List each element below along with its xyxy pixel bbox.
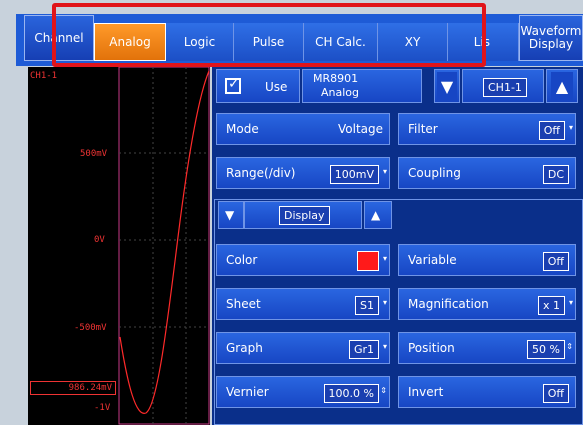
channel-label: CH1-1: [30, 71, 58, 81]
readout-value: 986.24mV: [68, 383, 112, 393]
channel-next-button[interactable]: ▲: [546, 69, 578, 103]
triangle-up-icon: ▲: [371, 208, 381, 222]
use-checkbox[interactable]: ✓: [225, 76, 241, 94]
settings-panel: ✓ Use MR8901 Analog ▼ CH1-1 ▲ Mode Volta…: [212, 67, 583, 425]
filter-row[interactable]: Filter Off ▾: [398, 113, 576, 145]
stepper-icon: ⇕: [380, 386, 387, 395]
display-expand-button[interactable]: ▲: [364, 201, 392, 229]
mode-row[interactable]: Mode Voltage: [216, 113, 390, 145]
chevron-down-icon: ▾: [382, 342, 387, 351]
magnification-row[interactable]: Magnification x 1 ▾: [398, 288, 576, 320]
channel-prev-button[interactable]: ▼: [434, 69, 460, 103]
sheet-row[interactable]: Sheet S1 ▾: [216, 288, 390, 320]
tick-0v: 0V: [94, 235, 105, 245]
color-swatch: [357, 251, 379, 271]
tick-500mv: 500mV: [80, 149, 108, 159]
chevron-down-icon: ▾: [568, 298, 573, 307]
tick-minus-500mv: -500mV: [74, 323, 107, 333]
display-select[interactable]: Display: [244, 201, 362, 229]
triangle-down-icon: ▼: [437, 72, 457, 100]
chevron-down-icon: ▾: [382, 298, 387, 307]
variable-row[interactable]: Variable Off: [398, 244, 576, 276]
tick-minus-1v: -1V: [94, 403, 111, 413]
triangle-down-icon: ▼: [225, 208, 235, 222]
channel-select[interactable]: CH1-1: [462, 69, 544, 103]
chevron-down-icon: ▾: [382, 254, 387, 263]
module-info: MR8901 Analog: [302, 69, 422, 103]
waveform-display-button[interactable]: Waveform Display: [519, 15, 583, 61]
highlight-box: [52, 3, 486, 67]
use-toggle[interactable]: ✓ Use: [216, 69, 300, 103]
waveform-view: CH1-1 500mV 0V -500mV 986.24mV -1V: [28, 67, 210, 425]
check-icon: ✓: [228, 76, 240, 92]
waveform-plot: [118, 67, 210, 425]
coupling-row[interactable]: Coupling DC: [398, 157, 576, 189]
invert-row[interactable]: Invert Off: [398, 376, 576, 408]
graph-row[interactable]: Graph Gr1 ▾: [216, 332, 390, 364]
display-collapse-button[interactable]: ▼: [218, 201, 244, 229]
range-row[interactable]: Range(/div) 100mV ▾: [216, 157, 390, 189]
stepper-icon: ⇕: [566, 342, 573, 351]
position-row[interactable]: Position 50 % ⇕: [398, 332, 576, 364]
chevron-down-icon: ▾: [568, 123, 573, 132]
chevron-down-icon: ▾: [382, 167, 387, 176]
readout-box: 986.24mV: [30, 381, 116, 395]
color-row[interactable]: Color ▾: [216, 244, 390, 276]
triangle-up-icon: ▲: [551, 72, 573, 100]
vernier-row[interactable]: Vernier 100.0 % ⇕: [216, 376, 390, 408]
